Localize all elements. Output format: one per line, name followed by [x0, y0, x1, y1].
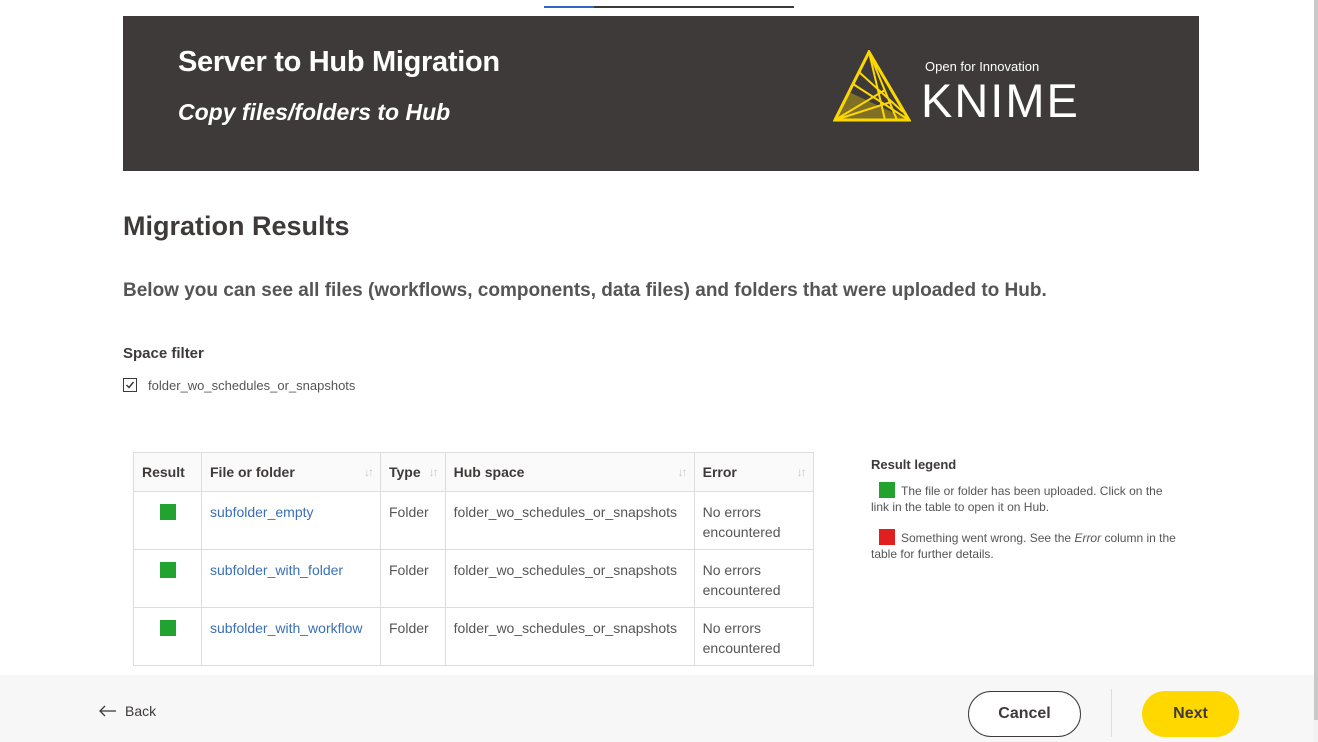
file-link[interactable]: subfolder_with_folder: [210, 562, 343, 578]
result-legend: Result legend The file or folder has bee…: [871, 457, 1181, 576]
logo-wordmark: KNIME: [921, 74, 1080, 127]
column-header-type[interactable]: Type ↓↑: [380, 452, 446, 492]
result-cell: [133, 491, 202, 550]
sort-arrows-icon[interactable]: ↓↑: [429, 465, 439, 479]
legend-item-success: The file or folder has been uploaded. Cl…: [871, 482, 1181, 515]
space-filter-option-label: folder_wo_schedules_or_snapshots: [148, 377, 356, 393]
next-button[interactable]: Next: [1142, 691, 1239, 737]
result-cell: [133, 549, 202, 608]
wizard-progress-bar: [544, 6, 794, 8]
column-header-hub-space[interactable]: Hub space ↓↑: [444, 452, 695, 492]
results-table: Result File or folder ↓↑ Type ↓↑ Hub space…: [133, 452, 814, 666]
sort-arrows-icon[interactable]: ↓↑: [364, 465, 374, 479]
file-link[interactable]: subfolder_empty: [210, 504, 314, 520]
scrollbar-thumb[interactable]: [1314, 0, 1318, 720]
error-cell: No errors encountered: [693, 607, 814, 666]
page-description: Below you can see all files (workflows, …: [123, 280, 1047, 301]
cancel-button[interactable]: Cancel: [968, 691, 1081, 737]
header-banner: Server to Hub Migration Copy files/folde…: [123, 16, 1199, 171]
type-cell: Folder: [380, 491, 446, 550]
hub-space-cell: folder_wo_schedules_or_snapshots: [444, 607, 695, 666]
checkmark-icon: [125, 381, 135, 389]
space-filter-label: Space filter: [123, 345, 204, 362]
success-indicator: [159, 562, 176, 578]
error-swatch: [879, 529, 895, 545]
knime-triangle-logo-icon: [833, 50, 911, 122]
file-cell: subfolder_with_folder: [201, 549, 381, 608]
space-filter-checkbox[interactable]: [123, 378, 137, 392]
legend-error-text-before: Something went wrong. See the: [901, 531, 1075, 545]
page-scrollbar[interactable]: [1314, 0, 1318, 742]
back-button[interactable]: Back: [99, 703, 156, 719]
column-header-result[interactable]: Result: [133, 452, 202, 492]
footer-bar: Back Cancel Next: [0, 675, 1318, 742]
type-cell: Folder: [380, 607, 446, 666]
sort-arrows-icon[interactable]: ↓↑: [678, 465, 688, 479]
success-indicator: [159, 620, 176, 636]
result-cell: [133, 607, 202, 666]
legend-item-error: Something went wrong. See the Error colu…: [871, 529, 1181, 562]
banner-title: Server to Hub Migration: [178, 46, 500, 78]
page-title: Migration Results: [123, 211, 350, 241]
hub-space-cell: folder_wo_schedules_or_snapshots: [444, 549, 695, 608]
file-link[interactable]: subfolder_with_workflow: [210, 620, 363, 636]
column-header-error[interactable]: Error ↓↑: [693, 452, 814, 492]
wizard-progress-fill: [544, 6, 594, 8]
legend-success-text: The file or folder has been uploaded. Cl…: [871, 484, 1163, 514]
banner-subtitle: Copy files/folders to Hub: [178, 99, 451, 125]
back-label: Back: [125, 703, 157, 719]
table-row: subfolder_with_folder Folder folder_wo_s…: [133, 549, 814, 608]
sort-arrows-icon[interactable]: ↓↑: [797, 465, 807, 479]
table-row: subfolder_with_workflow Folder folder_wo…: [133, 607, 814, 666]
column-header-file-or-folder[interactable]: File or folder ↓↑: [201, 452, 381, 492]
success-indicator: [159, 504, 176, 520]
footer-divider: [1111, 689, 1112, 737]
error-cell: No errors encountered: [693, 491, 814, 550]
error-cell: No errors encountered: [693, 549, 814, 608]
type-cell: Folder: [380, 549, 446, 608]
legend-title: Result legend: [871, 457, 957, 472]
knime-logo: Open for Innovation KNIME: [833, 46, 1113, 126]
table-row: subfolder_empty Folder folder_wo_schedul…: [133, 491, 814, 550]
file-cell: subfolder_empty: [201, 491, 381, 550]
hub-space-cell: folder_wo_schedules_or_snapshots: [444, 491, 695, 550]
file-cell: subfolder_with_workflow: [201, 607, 381, 666]
legend-error-text-emphasis: Error: [1074, 531, 1102, 545]
table-header-row: Result File or folder ↓↑ Type ↓↑ Hub space…: [133, 452, 814, 492]
success-swatch: [879, 482, 895, 498]
logo-tagline: Open for Innovation: [925, 59, 1040, 74]
space-filter-option[interactable]: folder_wo_schedules_or_snapshots: [123, 377, 355, 393]
arrow-left-icon: [99, 705, 116, 717]
